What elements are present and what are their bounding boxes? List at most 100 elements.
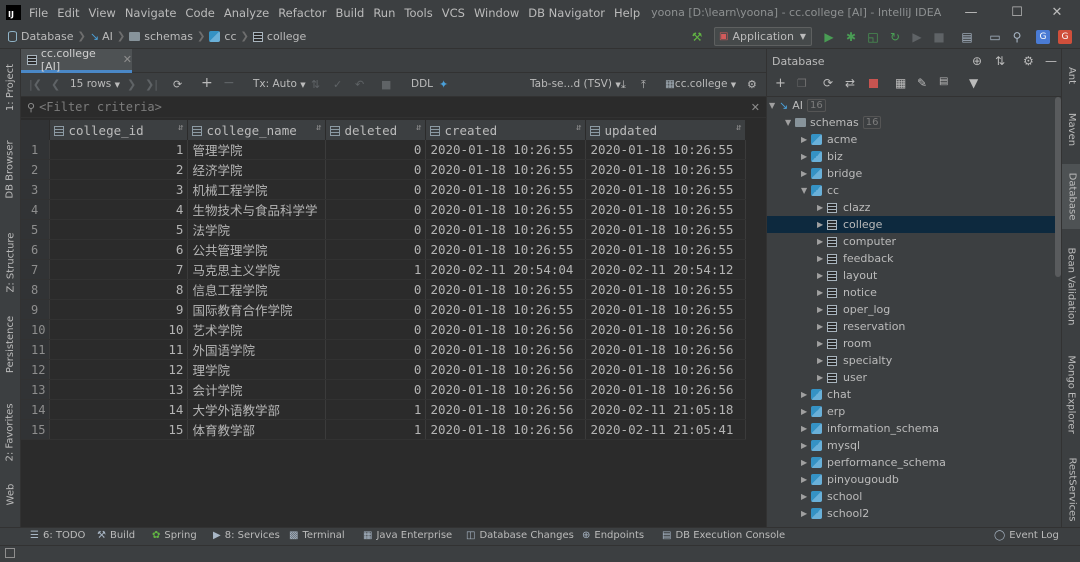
created-cell[interactable]: 2020-01-18 10:26:55: [425, 159, 587, 181]
stop-icon[interactable]: ■: [932, 30, 946, 44]
menu-run[interactable]: Run: [373, 6, 395, 20]
expand-right-icon[interactable]: ▶: [801, 424, 811, 433]
tree-item-performance-schema[interactable]: ▶ performance_schema: [767, 454, 1055, 471]
transaction-mode-select[interactable]: Tx: Auto ▼: [253, 78, 306, 90]
expand-down-icon[interactable]: ▼: [769, 101, 779, 110]
tab-db-execution-console[interactable]: ▤ DB Execution Console: [662, 530, 785, 541]
tree-item-schemas[interactable]: ▼ schemas 16: [767, 114, 1055, 131]
tab-endpoints[interactable]: ⊕ Endpoints: [582, 530, 644, 541]
tab-structure[interactable]: Z: Structure: [0, 227, 21, 297]
college-name-cell[interactable]: 机械工程学院: [187, 179, 327, 201]
tab-favorites[interactable]: 2: Favorites: [0, 397, 21, 467]
college-id-cell[interactable]: 10: [49, 319, 189, 341]
deleted-cell[interactable]: 0: [325, 219, 427, 241]
college-id-cell[interactable]: 5: [49, 219, 189, 241]
expand-right-icon[interactable]: ▶: [817, 373, 827, 382]
tab-services[interactable]: ▶ 8: Services: [213, 530, 280, 541]
tree-item-bridge[interactable]: ▶ bridge: [767, 165, 1055, 182]
updated-cell[interactable]: 2020-01-18 10:26:56: [585, 359, 747, 381]
rollback-icon[interactable]: ↶: [355, 78, 364, 91]
first-page-icon[interactable]: |❮: [29, 78, 42, 91]
expand-right-icon[interactable]: ▶: [817, 271, 827, 280]
college-name-cell[interactable]: 马克思主义学院: [187, 259, 327, 281]
breadcrumb-ai[interactable]: ↘ AI: [90, 30, 113, 43]
tab-spring[interactable]: ✿ Spring: [152, 530, 197, 541]
college-id-cell[interactable]: 3: [49, 179, 189, 201]
tree-item-cc[interactable]: ▼ cc: [767, 182, 1055, 199]
menu-refactor[interactable]: Refactor: [278, 6, 326, 20]
college-name-cell[interactable]: 会计学院: [187, 379, 327, 401]
college-id-cell[interactable]: 9: [49, 299, 189, 321]
sort-icon[interactable]: ⇵: [316, 123, 321, 133]
college-id-cell[interactable]: 8: [49, 279, 189, 301]
collapse-icon[interactable]: ⇅: [995, 54, 1005, 68]
college-name-cell[interactable]: 法学院: [187, 219, 327, 241]
updated-cell[interactable]: 2020-01-18 10:26:56: [585, 379, 747, 401]
college-id-cell[interactable]: 11: [49, 339, 189, 361]
filter-bar[interactable]: ⚲ <Filter criteria> ✕: [21, 97, 766, 118]
college-name-cell[interactable]: 理学院: [187, 359, 327, 381]
build-hammer-icon[interactable]: ⚒: [690, 30, 704, 44]
menu-window[interactable]: Window: [474, 6, 519, 20]
sort-icon[interactable]: ⇵: [576, 123, 581, 133]
created-cell[interactable]: 2020-01-18 10:26:56: [425, 339, 587, 361]
tree-item-notice[interactable]: ▶ notice: [767, 284, 1055, 301]
debug-icon[interactable]: ✱: [844, 30, 858, 44]
tree-item-chat[interactable]: ▶ chat: [767, 386, 1055, 403]
tab-persistence[interactable]: Persistence: [0, 314, 21, 374]
college-id-cell[interactable]: 4: [49, 199, 189, 221]
updated-cell[interactable]: 2020-01-18 10:26:55: [585, 299, 747, 321]
cancel-query-icon[interactable]: ■: [381, 78, 391, 91]
deleted-cell[interactable]: 0: [325, 140, 427, 161]
expand-right-icon[interactable]: ▶: [817, 288, 827, 297]
tab-cc-college[interactable]: cc.college [AI] ✕: [21, 47, 132, 73]
tree-item-school[interactable]: ▶ school: [767, 488, 1055, 505]
tree-item-biz[interactable]: ▶ biz: [767, 148, 1055, 165]
tree-item-room[interactable]: ▶ room: [767, 335, 1055, 352]
tree-item-acme[interactable]: ▶ acme: [767, 131, 1055, 148]
run-with-coverage-icon[interactable]: ◱: [866, 30, 880, 44]
expand-right-icon[interactable]: ▶: [817, 220, 827, 229]
menu-db-navigator[interactable]: DB Navigator: [528, 6, 605, 20]
menu-file[interactable]: File: [29, 6, 48, 20]
updated-cell[interactable]: 2020-01-18 10:26:56: [585, 319, 747, 341]
college-name-cell[interactable]: 经济学院: [187, 159, 327, 181]
tree-item-user[interactable]: ▶ user: [767, 369, 1055, 386]
table-editor-icon[interactable]: ▦: [895, 76, 906, 90]
college-id-cell[interactable]: 14: [49, 399, 189, 421]
window-layout-icon[interactable]: ▭: [988, 30, 1002, 44]
gear-icon[interactable]: ⚙: [747, 78, 757, 91]
column-header[interactable]: college_name ⇵: [187, 120, 327, 140]
deleted-cell[interactable]: 1: [325, 259, 427, 281]
updated-cell[interactable]: 2020-01-18 10:26:55: [585, 179, 747, 201]
updated-cell[interactable]: 2020-01-18 10:26:55: [585, 239, 747, 261]
deleted-cell[interactable]: 0: [325, 299, 427, 321]
plugin-icon[interactable]: G: [1058, 30, 1072, 44]
expand-right-icon[interactable]: ▶: [801, 475, 811, 484]
deleted-cell[interactable]: 0: [325, 179, 427, 201]
expand-right-icon[interactable]: ▶: [817, 356, 827, 365]
breadcrumb-schemas[interactable]: schemas: [129, 30, 193, 43]
download-icon[interactable]: ⤓: [621, 78, 626, 92]
export-format-select[interactable]: Tab-se...d (TSV) ▼: [530, 78, 621, 90]
deleted-cell[interactable]: 0: [325, 279, 427, 301]
tab-project[interactable]: 1: Project: [0, 57, 21, 117]
menu-build[interactable]: Build: [335, 6, 364, 20]
deleted-cell[interactable]: 1: [325, 419, 427, 441]
expand-right-icon[interactable]: ▶: [801, 407, 811, 416]
table-row[interactable]: 5 5 法学院 0 2020-01-18 10:26:55 2020-01-18 10:2…: [21, 219, 747, 241]
deleted-cell[interactable]: 1: [325, 399, 427, 421]
updated-cell[interactable]: 2020-01-18 10:26:55: [585, 279, 747, 301]
expand-right-icon[interactable]: ▶: [817, 237, 827, 246]
column-header[interactable]: deleted ⇵: [325, 120, 427, 140]
deleted-cell[interactable]: 0: [325, 319, 427, 341]
menu-navigate[interactable]: Navigate: [125, 6, 177, 20]
tab-maven[interactable]: Maven: [1062, 99, 1080, 159]
tab-database-changes[interactable]: ◫ Database Changes: [466, 530, 574, 541]
tab-db-browser[interactable]: DB Browser: [0, 134, 21, 204]
college-id-cell[interactable]: 15: [49, 419, 189, 441]
table-row[interactable]: 15 15 体育教学部 1 2020-01-18 10:26:56 2020-02-11 …: [21, 419, 747, 441]
menu-vcs[interactable]: VCS: [442, 6, 465, 20]
college-name-cell[interactable]: 体育教学部: [187, 419, 327, 441]
tab-mongo-explorer[interactable]: Mongo Explorer: [1062, 344, 1080, 444]
